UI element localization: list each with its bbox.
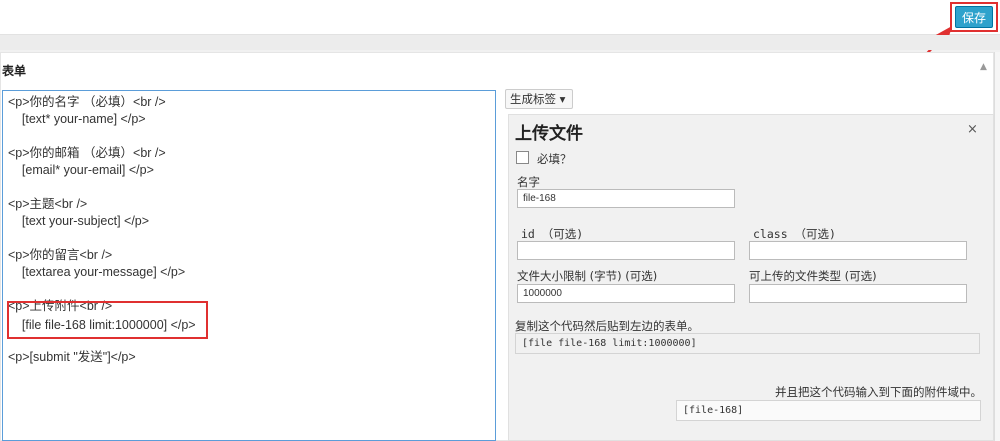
mail-tag-output[interactable]: [file-168] (676, 400, 981, 421)
code-line: [email* your-email] </p> (8, 163, 154, 177)
code-line: [textarea your-message] </p> (8, 265, 186, 279)
code-line: <p>你的留言<br /> (8, 248, 113, 262)
name-field[interactable]: file-168 (517, 189, 735, 208)
code-line: <p>你的邮箱 （必填）<br /> (8, 146, 166, 160)
name-label: 名字 (517, 175, 540, 189)
tag-code-output[interactable]: [file file-168 limit:1000000] (515, 333, 980, 354)
mail-tag-hint: 并且把这个代码输入到下面的附件域中。 (775, 385, 982, 399)
file-types-label: 可上传的文件类型 (可选) (749, 269, 877, 283)
page-scrollbar[interactable] (994, 52, 1000, 441)
code-line: [text your-subject] </p> (8, 214, 150, 228)
copy-hint: 复制这个代码然后贴到左边的表单。 (515, 319, 699, 333)
top-bar (0, 0, 1000, 35)
id-field[interactable] (517, 241, 735, 260)
id-label: id （可选) (521, 227, 584, 241)
tag-panel-title: 上传文件 (515, 124, 583, 144)
form-code-editor[interactable]: <p>你的名字 （必填）<br /> [text* your-name] </p… (2, 90, 496, 441)
required-checkbox[interactable] (516, 151, 529, 164)
panel-title: 表单 (2, 64, 27, 78)
required-label: 必填？ (537, 152, 572, 166)
generate-tag-dropdown[interactable]: 生成标签 ▾ (505, 89, 573, 109)
code-line: <p>[submit "发送"]</p> (8, 350, 136, 364)
class-label: class （可选) (753, 227, 836, 241)
header-strip (0, 35, 1000, 50)
size-limit-label: 文件大小限制 (字节) (可选) (517, 269, 658, 283)
size-limit-field[interactable]: 1000000 (517, 284, 735, 303)
class-field[interactable] (749, 241, 967, 260)
file-types-field[interactable] (749, 284, 967, 303)
code-line: <p>你的名字 （必填）<br /> (8, 95, 166, 109)
code-line: [text* your-name] </p> (8, 112, 146, 126)
code-highlight-box (7, 301, 208, 339)
collapse-arrow-icon[interactable]: ▲ (980, 62, 987, 72)
code-line: <p>主题<br /> (8, 197, 88, 211)
close-icon[interactable]: × (967, 122, 978, 137)
